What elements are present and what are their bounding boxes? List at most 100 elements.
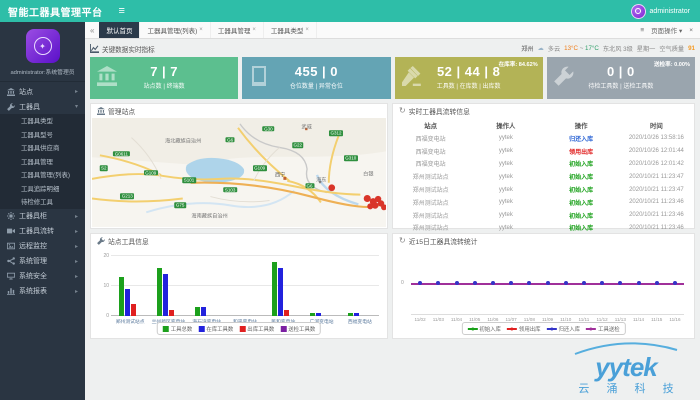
flow-row: 郑州测试站点yytek初始入库2020/10/21 11:23:47 bbox=[393, 183, 694, 196]
flow-operator: yytek bbox=[468, 132, 543, 145]
sidebar-subitem-tools-5[interactable]: 工具追踪明细 bbox=[0, 182, 85, 196]
legend-item[interactable]: 领用出库 bbox=[507, 325, 541, 333]
bar-chart: 01020 bbox=[111, 256, 379, 316]
line-data-point bbox=[655, 281, 659, 285]
tab-close-icon[interactable]: × bbox=[252, 27, 256, 33]
stat-card-tools: 在库率: 84.62%52 | 44 | 8工具数 | 在库数 | 出库数 bbox=[395, 57, 543, 99]
flow-action: 初始入库 bbox=[544, 196, 619, 209]
legend-item[interactable]: 初始入库 bbox=[467, 325, 501, 333]
bar-在库工具数 bbox=[316, 313, 321, 316]
tab-close-icon[interactable]: × bbox=[199, 27, 203, 33]
site-map[interactable]: G0611S2G109S101G6G30G22G312G310S103G213G… bbox=[92, 118, 386, 227]
flow-row: 郑州测试站点yytek初始入库2020/10/21 11:23:46 bbox=[393, 196, 694, 209]
line-data-point bbox=[673, 281, 677, 285]
map-place-label: 白银 bbox=[363, 170, 373, 177]
line-x-label: 11/02 bbox=[411, 317, 429, 322]
flow-row: 郑州测试站点yytek初始入库2020/10/21 11:23:46 bbox=[393, 209, 694, 222]
sidebar-user-block: ✦ administrator:系统管理员 bbox=[0, 22, 85, 82]
tabs-back-icon[interactable]: « bbox=[85, 26, 99, 35]
flow-table-head: 站点操作人操作时间 bbox=[393, 118, 694, 132]
flow-action: 归还入库 bbox=[544, 132, 619, 145]
user-menu[interactable]: administrator bbox=[631, 4, 700, 19]
sidebar-subitem-tools-6[interactable]: 待检修工具 bbox=[0, 195, 85, 209]
legend-item[interactable]: 归还入库 bbox=[547, 325, 581, 333]
map-place-label: 武威 bbox=[301, 123, 311, 130]
tab-close-icon[interactable]: × bbox=[305, 27, 309, 33]
refresh-icon[interactable]: ↻ bbox=[399, 107, 406, 115]
hamburger-menu-icon[interactable]: ≡ bbox=[113, 5, 131, 17]
panels-row-1: 管理站点 bbox=[90, 103, 695, 229]
line-data-point bbox=[618, 281, 622, 285]
flow-row: 西福变电站yytek领用出库2020/10/26 12:01:44 bbox=[393, 145, 694, 158]
flow-operator: yytek bbox=[468, 170, 543, 183]
sidebar-item-monitor[interactable]: 远程监控▸ bbox=[0, 239, 85, 254]
weather-wind: 东北风 3级 bbox=[603, 44, 633, 53]
road-badge: G6 bbox=[226, 137, 235, 143]
user-name: administrator bbox=[650, 8, 690, 15]
refresh-icon[interactable]: ↻ bbox=[399, 237, 406, 245]
road-badge: G0611 bbox=[113, 151, 129, 157]
flow-site: 郑州测试站点 bbox=[393, 183, 468, 196]
line-data-point bbox=[637, 281, 641, 285]
sidebar-item-sys-security[interactable]: 系统安全▸ bbox=[0, 269, 85, 284]
tab-1[interactable]: 工器具管理(列表)× bbox=[140, 22, 210, 38]
flow-row: 西福变电站yytek初始入库2020/10/26 12:01:42 bbox=[393, 158, 694, 171]
tab-3[interactable]: 工器具类型× bbox=[264, 22, 317, 38]
sidebar-subitem-tools-1[interactable]: 工器具型号 bbox=[0, 128, 85, 142]
tab-0[interactable]: 默认首页 bbox=[99, 22, 140, 38]
legend-item[interactable]: 工具送检 bbox=[586, 325, 620, 333]
sidebar-subitem-tools-4[interactable]: 工器具管理(列表) bbox=[0, 168, 85, 182]
sidebar-item-flow[interactable]: 工器具流转▸ bbox=[0, 224, 85, 239]
line-chart-y-label: 0 bbox=[401, 280, 404, 286]
bar-在库工具数 bbox=[201, 307, 206, 316]
top-header: 智能工器具管理平台 ≡ administrator bbox=[0, 0, 700, 22]
sidebar-item-site[interactable]: 站点▸ bbox=[0, 84, 85, 99]
sidebar-subitem-tools-2[interactable]: 工器具供应商 bbox=[0, 141, 85, 155]
bar-工具总数 bbox=[272, 262, 277, 316]
sidebar-item-cabinet[interactable]: 工器具柜▸ bbox=[0, 209, 85, 224]
road-badge: G213 bbox=[120, 194, 134, 200]
tab-bar: « 默认首页工器具管理(列表)×工器具管理×工器具类型× ≡ 页面操作 ▾ × bbox=[85, 22, 700, 39]
road-badge: G30 bbox=[263, 126, 275, 132]
legend-item[interactable]: 工具总数 bbox=[163, 325, 193, 333]
bar-工具总数 bbox=[195, 307, 200, 316]
flow-time: 2020/10/21 11:23:47 bbox=[619, 170, 694, 183]
chevron-right-icon: ▸ bbox=[75, 288, 78, 295]
flow-time: 2020/10/21 11:23:46 bbox=[619, 196, 694, 209]
flow-action: 领用出库 bbox=[544, 145, 619, 158]
flow-panel-header: ↻ 实时工器具流转信息 bbox=[393, 104, 694, 118]
tabs-container: 默认首页工器具管理(列表)×工器具管理×工器具类型× bbox=[99, 22, 316, 38]
sidebar-subitem-tools-0[interactable]: 工器具类型 bbox=[0, 114, 85, 128]
line-chart: 0 bbox=[411, 256, 684, 308]
sidebar-item-tools[interactable]: 工器具▾ bbox=[0, 99, 85, 114]
legend-item[interactable]: 出库工具数 bbox=[239, 325, 274, 333]
line-data-point bbox=[455, 281, 459, 285]
line-x-label: 11/03 bbox=[429, 317, 447, 322]
flow-row: 郑州测试站点yytek初始入库2020/10/21 11:23:47 bbox=[393, 170, 694, 183]
road-badge: S101 bbox=[182, 177, 196, 183]
user-avatar-icon bbox=[631, 4, 646, 19]
legend-item[interactable]: 送检工具数 bbox=[280, 325, 315, 333]
bar-在库工具数 bbox=[125, 289, 130, 316]
app-logo-icon: ✦ bbox=[26, 29, 60, 63]
sidebar-subitem-tools-3[interactable]: 工器具管理 bbox=[0, 155, 85, 169]
line-x-label: 11/15 bbox=[648, 317, 666, 322]
bar-工具总数 bbox=[310, 313, 315, 316]
card-label: 待检工具数 | 送检工具数 bbox=[547, 81, 695, 90]
sidebar-item-sys-report[interactable]: 系统报表▸ bbox=[0, 284, 85, 299]
flow-action: 初始入库 bbox=[544, 183, 619, 196]
flow-operator: yytek bbox=[468, 145, 543, 158]
map-panel-title: 管理站点 bbox=[108, 106, 135, 116]
road-badge: G312 bbox=[329, 131, 343, 137]
flow-info-panel: ↻ 实时工器具流转信息 站点操作人操作时间 西福变电站yytek归还入库2020… bbox=[392, 103, 695, 229]
legend-item[interactable]: 在库工具数 bbox=[198, 325, 233, 333]
sidebar-item-sys-admin[interactable]: 系统管理▸ bbox=[0, 254, 85, 269]
chevron-right-icon: ▸ bbox=[75, 213, 78, 220]
tab-2[interactable]: 工器具管理× bbox=[211, 22, 264, 38]
page-actions-dropdown[interactable]: 页面操作 ▾ bbox=[651, 25, 682, 35]
chart-icon bbox=[7, 287, 15, 295]
close-all-tabs-icon[interactable]: × bbox=[689, 27, 693, 34]
image-icon bbox=[7, 242, 15, 250]
sidebar: ✦ administrator:系统管理员 站点▸工器具▾工器具类型工器具型号工… bbox=[0, 22, 85, 400]
tab-list-icon[interactable]: ≡ bbox=[640, 27, 644, 34]
